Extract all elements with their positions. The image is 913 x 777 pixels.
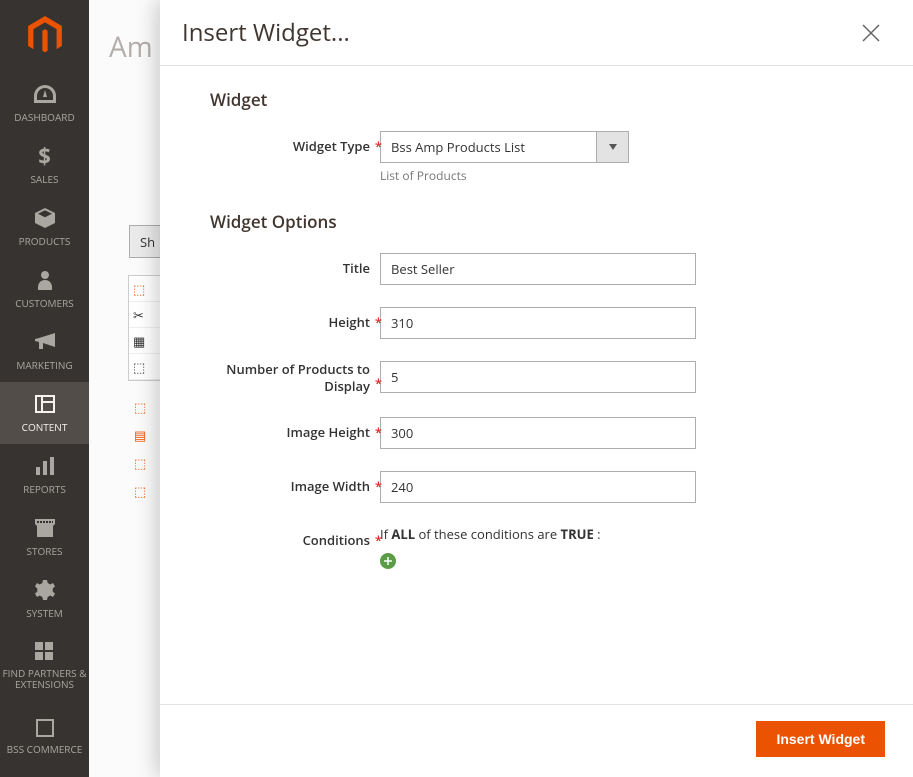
insert-table-icon[interactable]: ▦ [133,332,145,350]
nav-label: Content [22,420,68,434]
field-widget-type: Widget Type * Bss Amp Products List List… [210,131,863,184]
nav-dashboard[interactable]: Dashboard [0,72,89,134]
nav-bss[interactable]: BSS Commerce [0,700,89,770]
chevron-down-icon [609,144,617,150]
required-asterisk: * [375,478,382,495]
required-asterisk: * [375,138,382,155]
required-asterisk: * [375,532,382,549]
conditions-value[interactable]: TRUE [561,525,594,543]
nav-label: Sales [30,172,58,186]
wysiwyg-toolbar-fragment: ⬚ ✂ ▦ ⬚ [128,275,162,381]
section-options: Widget Options [210,210,863,233]
modal-title: Insert Widget... [182,16,857,49]
section-widget: Widget [210,88,863,111]
nav-partners[interactable]: Find Partners & Extensions [0,630,89,700]
modal-close-button[interactable] [857,19,885,47]
label-title: Title [210,253,380,277]
required-asterisk: * [375,314,382,331]
image-width-input[interactable] [380,471,696,503]
nav-content[interactable]: Content [0,382,89,444]
chart-icon [36,457,54,475]
insert-widget-button[interactable]: Insert Widget [756,721,885,757]
gear-icon [35,580,55,600]
select-display: Bss Amp Products List [380,131,596,163]
label-conditions: Conditions * [210,525,380,549]
dashboard-icon [34,85,56,103]
label-widget-type: Widget Type * [210,131,380,155]
num-products-input[interactable] [380,361,696,393]
nav-label: Find Partners & Extensions [0,668,89,690]
megaphone-icon [35,333,55,351]
person-icon [38,270,52,290]
field-title: Title [210,253,863,285]
nav-reports[interactable]: Reports [0,444,89,506]
field-conditions: Conditions * If ALL of these conditions … [210,525,863,569]
admin-sidebar: Dashboard $ Sales Products Customers Mar… [0,0,89,777]
widget-type-select[interactable]: Bss Amp Products List [380,131,629,163]
label-num-products: Number of Products to Display * [210,361,380,395]
insert-widget-icon[interactable]: ⬚ [133,280,145,298]
height-input[interactable] [380,307,696,339]
nav-marketing[interactable]: Marketing [0,320,89,382]
field-image-width: Image Width * [210,471,863,503]
box-icon [35,208,55,228]
blocks-icon [35,642,55,662]
label-image-height: Image Height * [210,417,380,441]
nav-stores[interactable]: Stores [0,506,89,568]
nav-label: Dashboard [14,110,74,124]
modal-header: Insert Widget... [160,0,913,66]
required-asterisk: * [375,375,382,392]
conditions-sentence: If ALL of these conditions are TRUE : [380,525,863,543]
nav-label: Products [19,234,71,248]
select-toggle[interactable] [596,131,629,163]
field-num-products: Number of Products to Display * [210,361,863,395]
dollar-icon: $ [38,141,51,171]
plus-icon [384,557,392,565]
required-asterisk: * [375,424,382,441]
store-icon [35,519,55,537]
modal-body: Widget Widget Type * Bss Amp Products Li… [160,66,913,704]
layout-icon [35,395,55,413]
insert-widget-modal: Insert Widget... Widget Widget Type * Bs… [160,0,913,777]
nav-label: System [26,606,63,620]
nav-products[interactable]: Products [0,196,89,258]
close-icon [862,24,880,42]
nav-label: Marketing [16,358,72,372]
widget-list-fragment: ⬚ ▤ ⬚ ⬚ [128,393,162,505]
modal-footer: Insert Widget [160,704,913,777]
cut-icon[interactable]: ✂ [133,306,144,324]
nav-label: Customers [15,296,74,310]
nav-label: BSS Commerce [7,744,83,755]
label-image-width: Image Width * [210,471,380,495]
nav-sales[interactable]: $ Sales [0,134,89,196]
widget-icon: ⬚ [134,454,146,472]
conditions-aggregator[interactable]: ALL [391,525,415,543]
nav-label: Stores [27,544,63,558]
widget-icon: ⬚ [134,482,146,500]
image-height-input[interactable] [380,417,696,449]
field-image-height: Image Height * [210,417,863,449]
nav-customers[interactable]: Customers [0,258,89,320]
bss-icon [36,719,54,737]
nav-system[interactable]: System [0,568,89,630]
label-height: Height * [210,307,380,331]
magento-logo[interactable] [0,0,89,72]
select-icon[interactable]: ⬚ [133,358,145,376]
widget-icon: ▤ [134,426,146,444]
field-height: Height * [210,307,863,339]
widget-type-note: List of Products [380,167,863,184]
title-input[interactable] [380,253,696,285]
widget-icon: ⬚ [134,398,146,416]
nav-label: Reports [23,482,66,496]
add-condition-button[interactable] [380,553,396,569]
